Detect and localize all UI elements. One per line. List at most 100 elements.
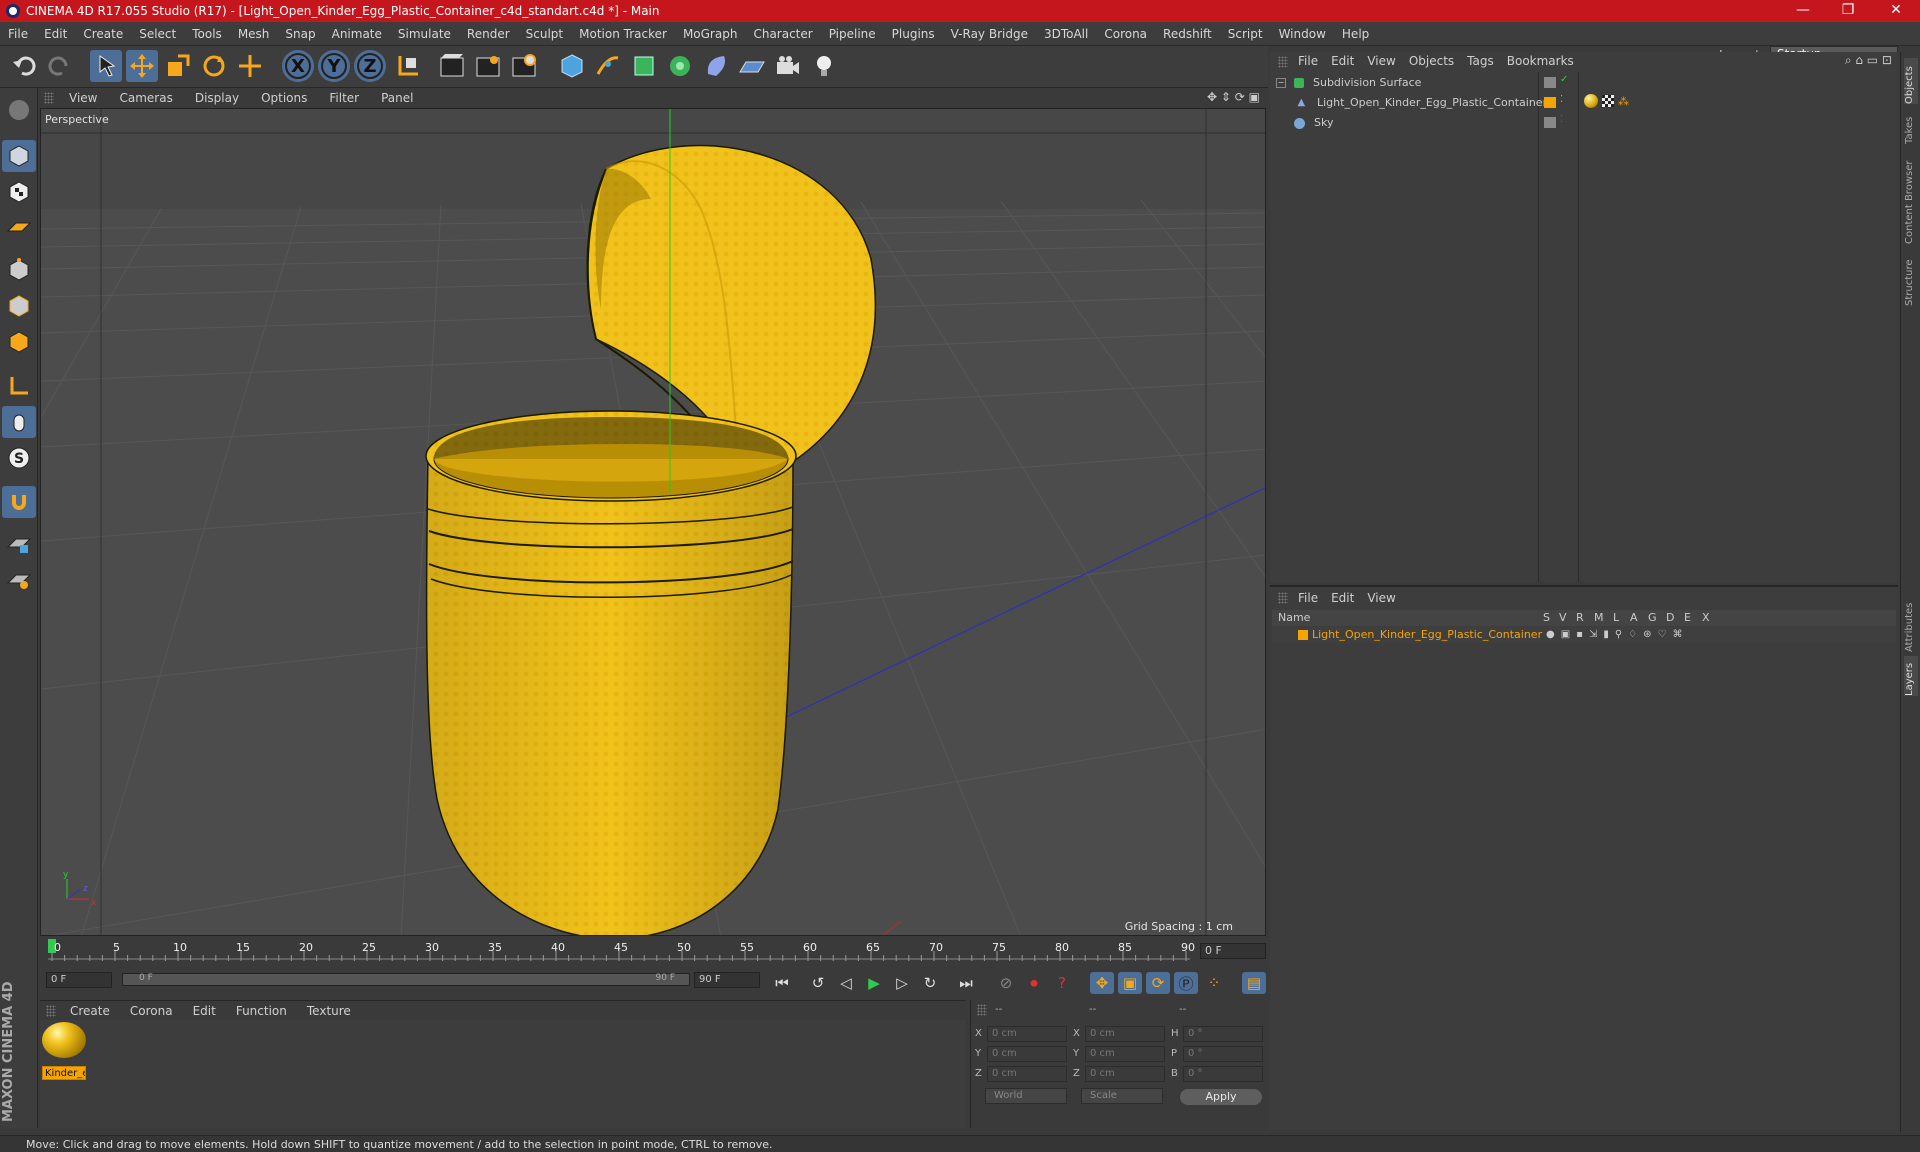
goto-previous-key-icon[interactable]: ↺ <box>806 972 830 994</box>
tab-content-browser[interactable]: Content Browser <box>1904 148 1918 244</box>
z-axis-lock-button[interactable]: Z <box>354 50 386 82</box>
record-active-icon[interactable]: ⏺ <box>1022 972 1046 994</box>
menu-edit[interactable]: Edit <box>36 27 75 41</box>
layer-col-solo[interactable]: S <box>1543 610 1550 626</box>
menu-3dtoall[interactable]: 3DToAll <box>1036 27 1096 41</box>
timeline-ruler[interactable]: 0 5 10 15 20 25 30 35 40 45 50 55 60 65 … <box>40 937 1268 965</box>
material-menu-function[interactable]: Function <box>226 1004 297 1018</box>
undo-icon[interactable] <box>8 50 40 82</box>
tab-objects[interactable]: Objects <box>1904 58 1918 104</box>
material-preview-ball[interactable] <box>42 1022 86 1058</box>
goto-start-icon[interactable]: ⏮ <box>770 972 794 994</box>
polygons-mode-icon[interactable] <box>2 326 36 358</box>
menu-create[interactable]: Create <box>75 27 131 41</box>
planar-workplane-icon[interactable] <box>2 564 36 596</box>
material-tag-icon[interactable] <box>1584 94 1598 108</box>
material-menu-grip[interactable] <box>46 1004 56 1017</box>
axis-mode-icon[interactable] <box>2 370 36 402</box>
menu-simulate[interactable]: Simulate <box>390 27 459 41</box>
layer-col-xref[interactable]: X <box>1702 610 1710 626</box>
key-position-icon[interactable]: ✥ <box>1090 972 1114 994</box>
texture-tag-icon[interactable] <box>1602 95 1614 107</box>
viewport-menu-options[interactable]: Options <box>250 91 318 105</box>
snap-icon[interactable]: S <box>2 442 36 474</box>
start-frame-field[interactable]: 0 F <box>46 972 112 988</box>
menu-corona[interactable]: Corona <box>1096 27 1155 41</box>
coord-size-z-input[interactable]: 0 cm <box>1085 1066 1165 1082</box>
camera-object-icon[interactable] <box>772 50 804 82</box>
subdivision-layer-swatch[interactable] <box>1544 77 1556 88</box>
menu-character[interactable]: Character <box>745 27 820 41</box>
object-manager-search-icon[interactable]: ⌕ ⌂ ▭ ⊡ <box>1845 53 1892 68</box>
menu-file[interactable]: File <box>0 27 36 41</box>
render-settings-icon[interactable] <box>508 50 540 82</box>
menu-animate[interactable]: Animate <box>324 27 390 41</box>
light-object-icon[interactable] <box>808 50 840 82</box>
close-button[interactable]: ✕ <box>1874 0 1918 22</box>
move-tool-icon[interactable] <box>126 50 158 82</box>
viewport-navigation-icons[interactable]: ✥ ⇕ ⟳ ▣ <box>1207 90 1260 104</box>
menu-help[interactable]: Help <box>1334 27 1377 41</box>
coord-size-mode-dropdown[interactable]: Scale <box>1081 1088 1163 1104</box>
coord-pos-z-input[interactable]: 0 cm <box>987 1066 1067 1082</box>
perspective-viewport[interactable]: y x z Perspective Grid Spacing : 1 cm <box>40 108 1266 936</box>
coordinate-system-icon[interactable] <box>392 50 424 82</box>
workplane-mode-icon[interactable] <box>2 212 36 244</box>
object-row-subdivision-surface[interactable]: − Subdivision Surface <box>1272 74 1536 92</box>
viewport-menu-filter[interactable]: Filter <box>318 91 370 105</box>
container-visibility-dots-icon[interactable]: ⁚ <box>1560 94 1563 105</box>
menu-pipeline[interactable]: Pipeline <box>821 27 884 41</box>
layer-menu-edit[interactable]: Edit <box>1331 591 1363 605</box>
material-menu-corona[interactable]: Corona <box>120 1004 183 1018</box>
layer-flag-icons[interactable]: ●▣▪⇲▮⚲♢⊛♡⌘ <box>1546 627 1688 643</box>
key-pla-icon[interactable]: ⁘ <box>1202 972 1226 994</box>
menu-window[interactable]: Window <box>1271 27 1334 41</box>
tweak-mode-icon[interactable] <box>2 406 36 438</box>
subdivision-enabled-check-icon[interactable]: ✓ <box>1560 74 1568 85</box>
autokey-icon[interactable]: ? <box>1050 972 1074 994</box>
transform-tool-icon[interactable] <box>234 50 266 82</box>
container-layer-swatch[interactable] <box>1544 97 1556 108</box>
viewport-menu-view[interactable]: View <box>58 91 108 105</box>
floor-object-icon[interactable] <box>736 50 768 82</box>
layer-color-swatch[interactable] <box>1298 630 1308 640</box>
object-row-sky[interactable]: Sky <box>1272 114 1536 132</box>
x-axis-lock-button[interactable]: X <box>282 50 314 82</box>
apply-button[interactable]: Apply <box>1180 1089 1262 1105</box>
render-view-icon[interactable] <box>436 50 468 82</box>
material-menu-create[interactable]: Create <box>60 1004 120 1018</box>
object-menu-view[interactable]: View <box>1367 54 1404 68</box>
coord-rot-h-input[interactable]: 0 ° <box>1183 1026 1263 1042</box>
layer-menu-file[interactable]: File <box>1298 591 1327 605</box>
layer-menu-view[interactable]: View <box>1367 591 1404 605</box>
lock-workplane-icon[interactable] <box>2 528 36 560</box>
layer-row[interactable]: Light_Open_Kinder_Egg_Plastic_Container … <box>1272 627 1896 643</box>
sky-layer-swatch[interactable] <box>1544 117 1556 128</box>
coord-pos-y-input[interactable]: 0 cm <box>987 1046 1067 1062</box>
coord-pos-x-input[interactable]: 0 cm <box>987 1026 1067 1042</box>
coord-rot-b-input[interactable]: 0 ° <box>1183 1066 1263 1082</box>
edges-mode-icon[interactable] <box>2 290 36 322</box>
object-menu-file[interactable]: File <box>1298 54 1327 68</box>
play-icon[interactable]: ▶ <box>862 972 886 994</box>
coords-grip[interactable] <box>977 1004 987 1016</box>
material-name-label[interactable]: Kinder_e <box>42 1066 86 1080</box>
coord-rot-p-input[interactable]: 0 ° <box>1183 1046 1263 1062</box>
goto-next-key-icon[interactable]: ↻ <box>918 972 942 994</box>
layer-col-expressions[interactable]: E <box>1684 610 1691 626</box>
menu-select[interactable]: Select <box>131 27 184 41</box>
tab-layers[interactable]: Layers <box>1904 656 1918 696</box>
layer-col-locked[interactable]: L <box>1613 610 1619 626</box>
object-menu-edit[interactable]: Edit <box>1331 54 1363 68</box>
menu-vray-bridge[interactable]: V-Ray Bridge <box>943 27 1036 41</box>
subdivision-surface-icon[interactable] <box>628 50 660 82</box>
rotate-tool-icon[interactable] <box>198 50 230 82</box>
magnet-icon[interactable] <box>2 486 36 518</box>
layer-col-animation[interactable]: A <box>1630 610 1638 626</box>
menu-tools[interactable]: Tools <box>184 27 230 41</box>
render-picture-viewer-icon[interactable] <box>472 50 504 82</box>
timeline-window-icon[interactable]: ▤ <box>1242 972 1266 994</box>
frame-range-slider[interactable]: 0 F 90 F <box>122 973 690 986</box>
menu-sculpt[interactable]: Sculpt <box>518 27 571 41</box>
viewport-menu-display[interactable]: Display <box>184 91 250 105</box>
